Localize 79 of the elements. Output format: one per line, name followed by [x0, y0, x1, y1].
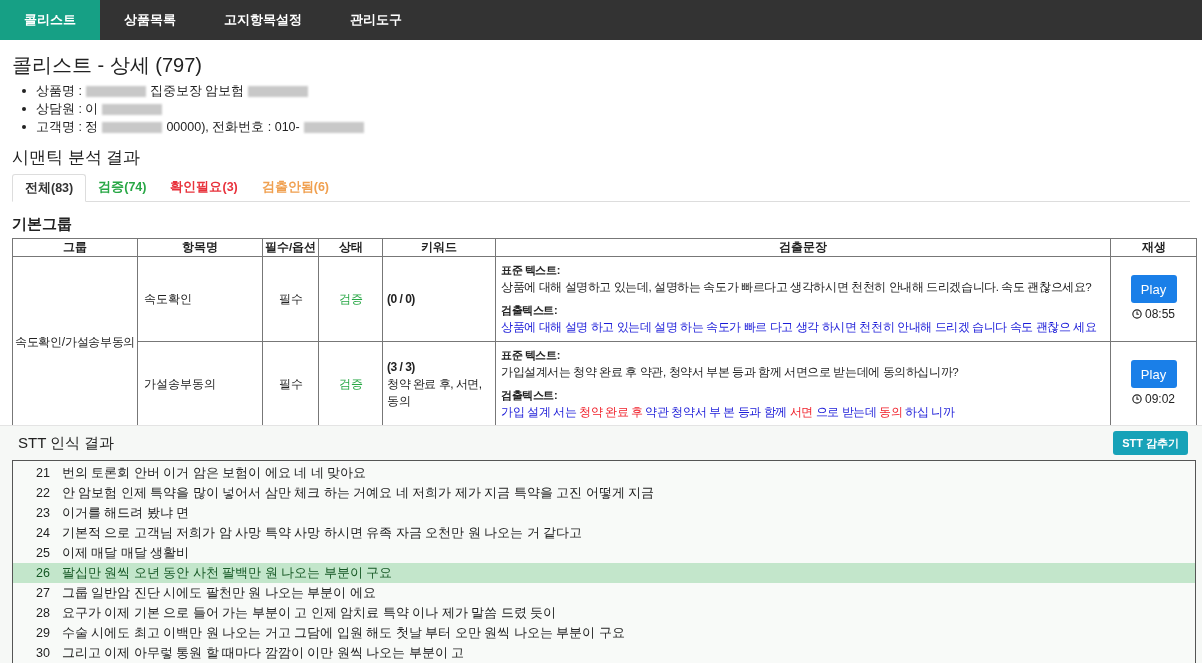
transcript-row[interactable]: 30 그리고 이제 아무렇 통원 할 때마다 깜깜이 이만 원씩 나오는 부분이 고 [13, 643, 1195, 663]
transcript-text: 안 암보험 인제 특약을 많이 넣어서 삼만 체크 하는 거예요 네 저희가 제가 지금 특약을 고진 어떻게 지금 [62, 484, 655, 502]
transcript-row[interactable]: 26 팔십만 원씩 오년 동안 사천 팔백만 원 나오는 부분이 구요 [13, 563, 1195, 583]
field-label: 표준 텍스트: [501, 263, 561, 279]
page-title: 콜리스트 - 상세 (797) [12, 53, 204, 78]
standard-text: 가입설계서는 청약 완료 후 약관, 청약서 부본 등과 함께 서면으로 받는데에 동의하십니까? [501, 365, 960, 381]
transcript-row[interactable]: 25 이제 매달 매달 생활비 [13, 543, 1195, 563]
nav-tab[interactable]: 상품목록 [100, 0, 200, 40]
transcript-text: 이제 매달 매달 생활비 [62, 544, 190, 562]
column-header: 검출문장 [495, 238, 1111, 257]
column-header: 재생 [1110, 238, 1197, 257]
line-number: 26 [35, 564, 50, 582]
bullet-icon [22, 107, 26, 111]
column-header: 상태 [318, 238, 383, 257]
info-text: 상품명 : [36, 83, 82, 100]
column-header: 필수/옵션 [262, 238, 319, 257]
transcript-text: 그룹 일반암 진단 시에도 팔천만 원 나오는 부분이 에요 [62, 584, 376, 602]
standard-text: 상품에 대해 설명하고 있는데, 설명하는 속도가 빠르다고 생각하시면 천천히 안내해 드리겠습니다. 속도 괜찮으세요? [501, 280, 1093, 296]
line-number: 21 [35, 464, 50, 482]
field-label: 표준 텍스트: [501, 348, 561, 364]
section-title: 시맨틱 분석 결과 [12, 147, 142, 169]
column-header: 그룹 [12, 238, 138, 257]
bullet-icon [22, 89, 26, 93]
redaction-mark [248, 85, 309, 97]
redaction-mark [102, 121, 163, 133]
transcript-text: 기본적 으로 고객님 저희가 암 사망 특약 사망 하시면 유족 자금 오천만 원 나오는 거 같다고 [62, 524, 583, 542]
transcript-row[interactable]: 29 수술 시에도 최고 이백만 원 나오는 거고 그담에 입원 해도 첫날 부터 오만 원씩 나오는 부분이 구요 [13, 623, 1195, 643]
nav-tab[interactable]: 고지항목설정 [200, 0, 326, 40]
column-header: 키워드 [382, 238, 496, 257]
transcript-row[interactable]: 24 기본적 으로 고객님 저희가 암 사망 특약 사망 하시면 유족 자금 오천만 원 나오는 거 같다고 [13, 523, 1195, 543]
redaction-mark [303, 121, 364, 133]
stt-title: STT 인식 결과 [18, 432, 115, 453]
play-time: 08:55 [1145, 306, 1175, 324]
play-button[interactable]: Play [1130, 275, 1177, 304]
transcript-row[interactable]: 22 안 암보험 인제 특약을 많이 넣어서 삼만 체크 하는 거예요 네 저희가 제가 지금 특약을 고진 어떻게 지금 [13, 483, 1195, 503]
column-header: 항목명 [137, 238, 263, 257]
play-time: 09:02 [1145, 391, 1175, 409]
filter-tab[interactable]: 전체(83) [12, 174, 87, 202]
field-label: 검출텍스트: [501, 388, 559, 404]
keyword-count: (0 / 0) [387, 290, 416, 308]
transcript-text: 팔십만 원씩 오년 동안 사천 팔백만 원 나오는 부분이 구요 [62, 564, 393, 582]
transcript-text: 요구가 이제 기본 으로 들어 가는 부분이 고 인제 암치료 특약 이나 제가 말씀 드렸 듯이 [62, 604, 557, 622]
line-number: 22 [35, 484, 50, 502]
transcript-text: 그리고 이제 아무렇 통원 할 때마다 깜깜이 이만 원씩 나오는 부분이 고 [62, 644, 465, 662]
transcript-text: 수술 시에도 최고 이백만 원 나오는 거고 그담에 입원 해도 첫날 부터 오만 원씩 나오는 부분이 구요 [62, 624, 625, 642]
table-cell: 필수 [262, 256, 319, 342]
detected-text: 상품에 대해 설명 하고 있는데 설명 하는 속도가 빠르 다고 생각 하시면 천천히 안내해 드리겠 습니다 속도 괜찮으 세요 [501, 320, 1098, 336]
transcript-text: 번의 토론회 안버 이거 암은 보험이 에요 네 네 맞아요 [62, 464, 367, 482]
transcript-row[interactable]: 27 그룹 일반암 진단 시에도 팔천만 원 나오는 부분이 에요 [13, 583, 1195, 603]
nav-tab[interactable]: 관리도구 [326, 0, 426, 40]
bullet-icon [22, 125, 26, 129]
status-cell: 검증 [318, 256, 383, 342]
redaction-mark [102, 103, 163, 115]
keyword-list: 청약 완료 후, 서면, 동의 [387, 375, 491, 410]
line-number: 27 [35, 584, 50, 602]
group-title: 기본그룹 [12, 214, 73, 234]
transcript-row[interactable]: 28 요구가 이제 기본 으로 들어 가는 부분이 고 인제 암치료 특약 이나 제가 말씀 드렸 듯이 [13, 603, 1195, 623]
info-text: 상담원 : 이 [36, 101, 99, 118]
line-number: 28 [35, 604, 50, 622]
info-text: 집중보장 암보험 [149, 83, 245, 100]
detected-text: 가입 설계 서는 청약 완료 후 약관 청약서 부 본 등과 함께 서면 으로 받는데 동의 하십 니까 [501, 405, 956, 421]
transcript-row[interactable]: 21 번의 토론회 안버 이거 암은 보험이 에요 네 네 맞아요 [13, 463, 1195, 483]
transcript-row[interactable]: 23 이거를 해드려 봤냐 면 [13, 503, 1195, 523]
filter-tab[interactable]: 확인필요(3) [158, 174, 250, 201]
redaction-mark [85, 85, 146, 97]
clock-icon [1132, 309, 1142, 320]
info-text: 00000), 전화번호 : 010- [166, 119, 300, 136]
line-number: 30 [35, 644, 50, 662]
line-number: 24 [35, 524, 50, 542]
line-number: 29 [35, 624, 50, 642]
table-cell: 속도확인 [137, 256, 263, 342]
field-label: 검출텍스트: [501, 303, 559, 319]
keyword-count: (3 / 3) [387, 358, 416, 376]
line-number: 25 [35, 544, 50, 562]
transcript-text: 이거를 해드려 봤냐 면 [62, 504, 190, 522]
line-number: 23 [35, 504, 50, 522]
play-button[interactable]: Play [1130, 360, 1177, 389]
clock-icon [1132, 394, 1142, 405]
info-text: 고객명 : 정 [36, 119, 99, 136]
